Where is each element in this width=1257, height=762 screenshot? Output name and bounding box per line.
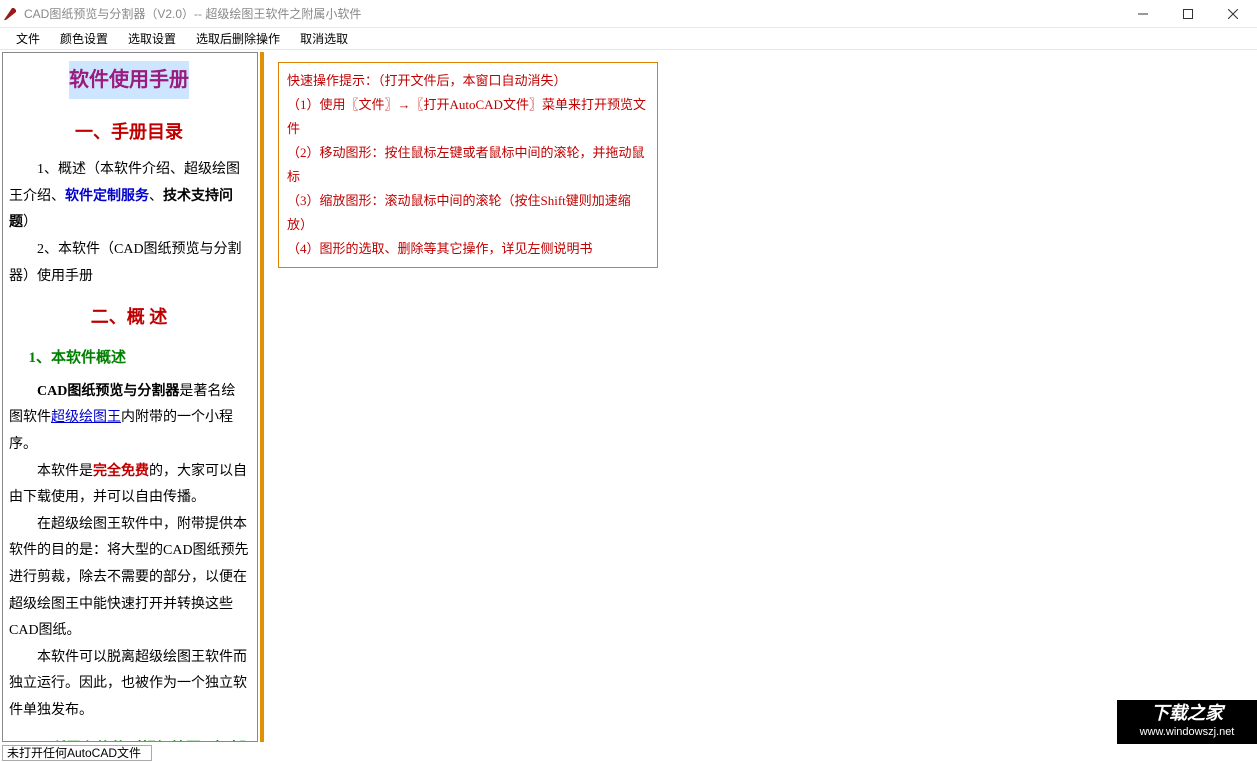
toc-item-1: 1、概述（本软件介绍、超级绘图王介绍、软件定制服务、技术支持问题） [9,157,249,237]
status-text: 未打开任何AutoCAD文件 [2,745,152,761]
right-panel: 快速操作提示：（打开文件后，本窗口自动消失） （1）使用〖文件〗→〖打开Auto… [264,50,1257,744]
toc-item-2: 2、本软件（CAD图纸预览与分割器）使用手册 [9,237,249,290]
overview-heading: 二、概 述 [9,300,249,334]
paragraph-4: 本软件可以脱离超级绘图王软件而独立运行。因此，也被作为一个独立软件单独发布。 [9,645,249,725]
paragraph-3: 在超级绘图王软件中，附带提供本软件的目的是：将大型的CAD图纸预先进行剪裁，除去… [9,512,249,645]
watermark-sub: www.windowszj.net [1119,724,1255,740]
doc-content[interactable]: 软件使用手册 一、手册目录 1、概述（本软件介绍、超级绘图王介绍、软件定制服务、… [3,53,257,741]
tip-line-3: （3）缩放图形：滚动鼠标中间的滚轮（按住Shift键则加速缩放） [287,189,649,237]
window-title: CAD图纸预览与分割器（V2.0）-- 超级绘图王软件之附属小软件 [24,5,1120,22]
quick-tips-box: 快速操作提示：（打开文件后，本窗口自动消失） （1）使用〖文件〗→〖打开Auto… [278,62,658,268]
menu-color[interactable]: 颜色设置 [50,28,118,49]
section-2-heading: 2、所属主软件（超级绘图王）概述 [9,735,249,741]
main-area: 软件使用手册 一、手册目录 1、概述（本软件介绍、超级绘图王介绍、软件定制服务、… [0,50,1257,744]
link-superdraw[interactable]: 超级绘图王 [51,410,121,425]
close-button[interactable] [1210,0,1255,28]
doc-title: 软件使用手册 [69,61,189,99]
tip-line-2: （2）移动图形：按住鼠标左键或者鼠标中间的滚轮，并拖动鼠标 [287,141,649,189]
app-icon [2,6,18,22]
maximize-button[interactable] [1165,0,1210,28]
minimize-button[interactable] [1120,0,1165,28]
tip-line-0: 快速操作提示：（打开文件后，本窗口自动消失） [287,69,649,93]
section-1-heading: 1、本软件概述 [9,344,249,373]
watermark: 下载之家 www.windowszj.net [1117,700,1257,744]
paragraph-1: CAD图纸预览与分割器是著名绘图软件超级绘图王内附带的一个小程序。 [9,379,249,459]
menubar: 文件 颜色设置 选取设置 选取后删除操作 取消选取 [0,28,1257,50]
menu-file[interactable]: 文件 [6,28,50,49]
tip-line-1: （1）使用〖文件〗→〖打开AutoCAD文件〗菜单来打开预览文件 [287,93,649,141]
menu-select[interactable]: 选取设置 [118,28,186,49]
watermark-main: 下载之家 [1119,702,1255,724]
titlebar: CAD图纸预览与分割器（V2.0）-- 超级绘图王软件之附属小软件 [0,0,1257,28]
tip-line-4: （4）图形的选取、删除等其它操作，详见左侧说明书 [287,237,649,261]
window-controls [1120,0,1255,28]
paragraph-2: 本软件是完全免费的，大家可以自由下载使用，并可以自由传播。 [9,459,249,512]
menu-select-delete[interactable]: 选取后删除操作 [186,28,290,49]
statusbar: 未打开任何AutoCAD文件 [0,744,1257,762]
toc-heading: 一、手册目录 [9,115,249,149]
left-panel: 软件使用手册 一、手册目录 1、概述（本软件介绍、超级绘图王介绍、软件定制服务、… [2,52,258,742]
menu-cancel-select[interactable]: 取消选取 [290,28,358,49]
